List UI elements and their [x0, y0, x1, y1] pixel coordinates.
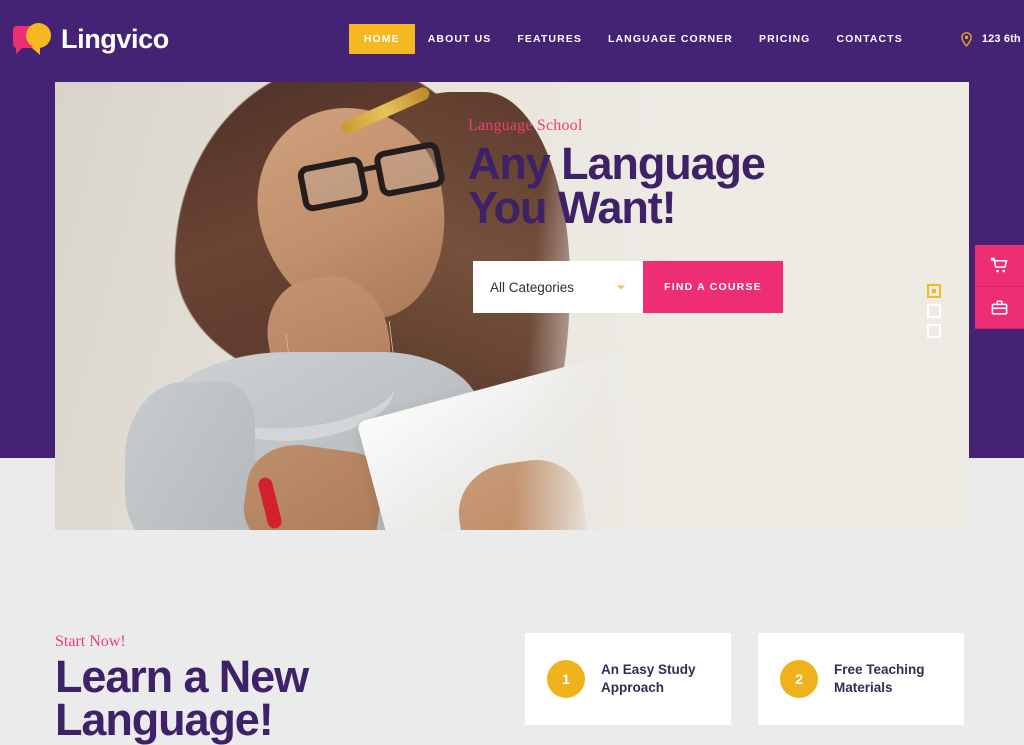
nav-item-pricing[interactable]: PRICING [746, 34, 823, 45]
slider-dot-1[interactable] [927, 284, 941, 298]
map-pin-icon [960, 31, 972, 47]
nav-item-about-us[interactable]: ABOUT US [415, 34, 505, 45]
side-action-bar [975, 245, 1024, 329]
hero-title-line-2: You Want! [468, 181, 677, 233]
main-navigation: HOME ABOUT US FEATURES LANGUAGE CORNER P… [348, 0, 916, 78]
courses-button[interactable] [975, 287, 1024, 329]
feature-number-badge: 1 [547, 660, 585, 698]
site-header: Lingvico HOME ABOUT US FEATURES LANGUAGE… [0, 0, 1024, 78]
course-search-form: All Categories FIND A COURSE [473, 261, 783, 313]
speech-bubbles-icon [13, 22, 55, 56]
slider-dot-2[interactable] [927, 304, 941, 318]
hero-copy: Language School Any Language You Want! [468, 117, 838, 229]
slider-dot-3[interactable] [927, 324, 941, 338]
feature-card-list: 1 An Easy Study Approach 2 Free Teaching… [525, 633, 964, 725]
feature-card[interactable]: 1 An Easy Study Approach [525, 633, 731, 725]
briefcase-icon [991, 300, 1008, 315]
chevron-down-icon [616, 284, 626, 290]
address-text: 123 6th St. Melbourne, FL 32904 [981, 33, 1024, 45]
feature-number-badge: 2 [780, 660, 818, 698]
hero-eyebrow: Language School [468, 117, 583, 134]
cart-button[interactable] [975, 245, 1024, 287]
feature-title-line-2: Approach [601, 680, 665, 695]
hero-title-line-1: Any Language [468, 138, 766, 189]
nav-item-language-corner[interactable]: LANGUAGE CORNER [595, 34, 746, 45]
nav-item-contacts[interactable]: CONTACTS [823, 34, 915, 45]
shopping-cart-icon [990, 257, 1008, 273]
intro-block: Start Now! Learn a New Language! [55, 633, 475, 742]
intro-eyebrow: Start Now! [55, 633, 126, 650]
category-select-value: All Categories [490, 279, 575, 295]
feature-title-line-1: Free Teaching [834, 661, 925, 677]
nav-item-home[interactable]: HOME [348, 23, 415, 55]
category-select[interactable]: All Categories [473, 261, 643, 313]
nav-item-features[interactable]: FEATURES [504, 34, 595, 45]
intro-title-line-1: Learn a New [55, 651, 309, 702]
brand-name: Lingvico [61, 23, 169, 54]
find-a-course-button[interactable]: FIND A COURSE [643, 261, 783, 313]
hero-slider-pagination [927, 284, 941, 338]
intro-title-line-2: Language! [55, 693, 274, 745]
feature-title-line-1: An Easy Study [601, 661, 696, 677]
brand-logo[interactable]: Lingvico [13, 22, 169, 56]
feature-card[interactable]: 2 Free Teaching Materials [758, 633, 964, 725]
feature-title-line-2: Materials [834, 680, 893, 695]
header-address: 123 6th St. Melbourne, FL 32904 [958, 31, 1024, 48]
